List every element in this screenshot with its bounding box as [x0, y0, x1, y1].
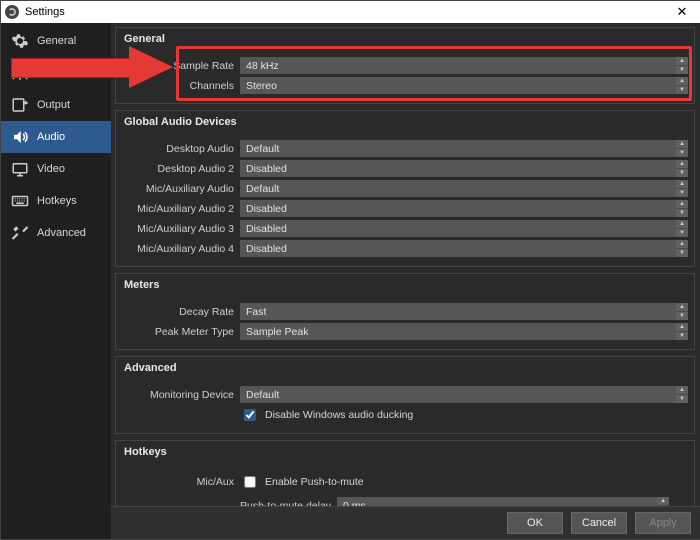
monitor-device-value: Default [246, 389, 279, 401]
section-title: Meters [116, 274, 694, 298]
device-value: Disabled [246, 163, 287, 175]
sidebar-item-stream[interactable]: Stream [1, 57, 111, 89]
output-icon [11, 96, 29, 114]
device-value: Disabled [246, 243, 287, 255]
section-general: General Sample Rate 48 kHz ▲▼ Channels [115, 27, 695, 104]
sample-rate-select[interactable]: 48 kHz ▲▼ [240, 57, 688, 74]
sidebar-item-hotkeys[interactable]: Hotkeys [1, 185, 111, 217]
peak-type-label: Peak Meter Type [122, 326, 234, 338]
section-title: Advanced [116, 357, 694, 381]
apply-button[interactable]: Apply [635, 512, 691, 534]
stepper-icon: ▲▼ [676, 386, 688, 403]
stepper-icon: ▲▼ [676, 180, 688, 197]
device-select[interactable]: Disabled ▲▼ [240, 160, 688, 177]
channels-value: Stereo [246, 80, 277, 92]
device-select[interactable]: Disabled ▲▼ [240, 220, 688, 237]
decay-rate-label: Decay Rate [122, 306, 234, 318]
section-advanced: Advanced Monitoring Device Default ▲▼ Di… [115, 356, 695, 434]
micaux-ptm-checkbox[interactable] [244, 476, 256, 488]
sidebar: General Stream Output Audio Video Hotkey… [1, 23, 111, 539]
micaux-label: Mic/Aux [122, 476, 234, 488]
section-title: Hotkeys [116, 441, 694, 465]
keyboard-icon [11, 192, 29, 210]
micaux-ptm-delay-label: Push-to-mute delay [240, 500, 331, 507]
settings-window: Settings ✕ General Stream Output Audio [0, 0, 700, 540]
sidebar-item-video[interactable]: Video [1, 153, 111, 185]
ducking-checkbox[interactable] [244, 409, 256, 421]
sidebar-item-label: Advanced [37, 227, 86, 239]
section-title: Global Audio Devices [116, 111, 694, 135]
device-value: Disabled [246, 223, 287, 235]
sidebar-item-advanced[interactable]: Advanced [1, 217, 111, 249]
ok-button[interactable]: OK [507, 512, 563, 534]
device-label: Mic/Auxiliary Audio [122, 183, 234, 195]
channels-label: Channels [122, 80, 234, 92]
device-value: Disabled [246, 203, 287, 215]
stepper-icon: ▲▼ [676, 140, 688, 157]
section-title: General [116, 28, 694, 52]
micaux-ptm-label: Enable Push-to-mute [265, 476, 364, 488]
device-label: Desktop Audio [122, 143, 234, 155]
stepper-icon: ▲▼ [676, 77, 688, 94]
device-value: Default [246, 183, 279, 195]
stepper-icon: ▲▼ [657, 497, 669, 506]
device-select[interactable]: Default ▲▼ [240, 140, 688, 157]
stream-icon [11, 64, 29, 82]
gear-icon [11, 32, 29, 50]
sidebar-item-output[interactable]: Output [1, 89, 111, 121]
stepper-icon: ▲▼ [676, 160, 688, 177]
monitor-device-label: Monitoring Device [122, 389, 234, 401]
app-icon [5, 5, 19, 19]
device-label: Mic/Auxiliary Audio 2 [122, 203, 234, 215]
section-devices: Global Audio Devices Desktop Audio Defaul… [115, 110, 695, 267]
ducking-label: Disable Windows audio ducking [265, 409, 413, 421]
sidebar-item-label: Stream [37, 67, 72, 79]
device-label: Desktop Audio 2 [122, 163, 234, 175]
tools-icon [11, 224, 29, 242]
device-value: Default [246, 143, 279, 155]
sidebar-item-audio[interactable]: Audio [1, 121, 111, 153]
section-hotkeys: Hotkeys Mic/Aux Enable Push-to-mute Push… [115, 440, 695, 506]
sidebar-item-label: Hotkeys [37, 195, 77, 207]
stepper-icon: ▲▼ [676, 240, 688, 257]
stepper-icon: ▲▼ [676, 57, 688, 74]
window-title: Settings [25, 6, 65, 18]
cancel-button[interactable]: Cancel [571, 512, 627, 534]
sidebar-item-label: Output [37, 99, 70, 111]
sidebar-item-label: Video [37, 163, 65, 175]
device-select[interactable]: Default ▲▼ [240, 180, 688, 197]
sample-rate-label: Sample Rate [122, 60, 234, 72]
section-meters: Meters Decay Rate Fast ▲▼ Peak Meter Typ… [115, 273, 695, 350]
video-icon [11, 160, 29, 178]
device-label: Mic/Auxiliary Audio 3 [122, 223, 234, 235]
titlebar: Settings ✕ [1, 1, 700, 23]
peak-type-value: Sample Peak [246, 326, 308, 338]
sidebar-item-general[interactable]: General [1, 25, 111, 57]
device-select[interactable]: Disabled ▲▼ [240, 240, 688, 257]
footer: OK Cancel Apply [111, 506, 700, 539]
decay-rate-select[interactable]: Fast ▲▼ [240, 303, 688, 320]
stepper-icon: ▲▼ [676, 200, 688, 217]
stepper-icon: ▲▼ [676, 220, 688, 237]
micaux-ptm-delay-field[interactable]: 0 ms ▲▼ [337, 497, 669, 506]
sample-rate-value: 48 kHz [246, 60, 279, 72]
decay-rate-value: Fast [246, 306, 266, 318]
audio-icon [11, 128, 29, 146]
channels-select[interactable]: Stereo ▲▼ [240, 77, 688, 94]
monitor-device-select[interactable]: Default ▲▼ [240, 386, 688, 403]
close-icon[interactable]: ✕ [667, 4, 697, 20]
sidebar-item-label: General [37, 35, 76, 47]
stepper-icon: ▲▼ [676, 323, 688, 340]
device-select[interactable]: Disabled ▲▼ [240, 200, 688, 217]
peak-type-select[interactable]: Sample Peak ▲▼ [240, 323, 688, 340]
device-label: Mic/Auxiliary Audio 4 [122, 243, 234, 255]
micaux-ptm-delay-value: 0 ms [343, 500, 366, 507]
sidebar-item-label: Audio [37, 131, 65, 143]
content-scroll[interactable]: General Sample Rate 48 kHz ▲▼ Channels [111, 23, 700, 506]
stepper-icon: ▲▼ [676, 303, 688, 320]
